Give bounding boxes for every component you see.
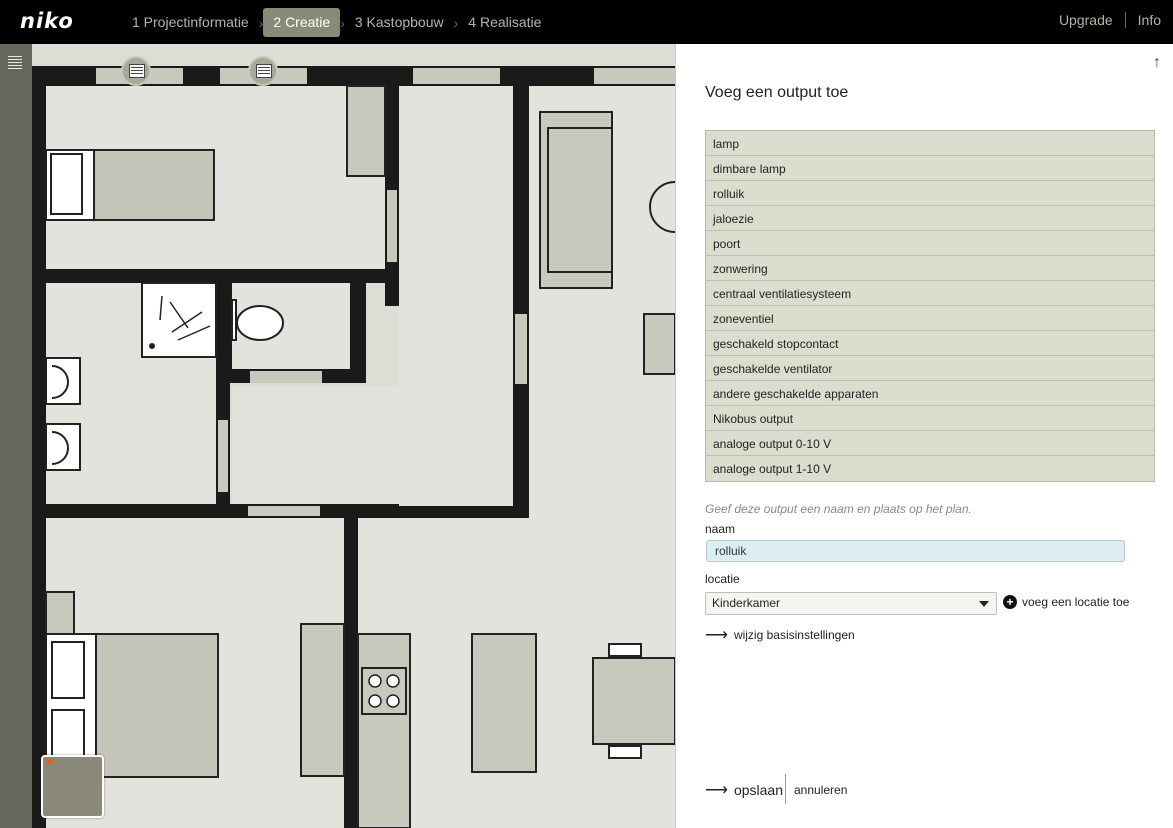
add-location-button[interactable]: + voeg een locatie toe [1003,595,1129,609]
step-creatie[interactable]: 2 Creatie [263,8,341,37]
change-settings-link[interactable]: ⟶ wijzig basisinstellingen [705,625,855,645]
output-type-list: lamp dimbare lamp rolluik jaloezie poort… [705,130,1155,482]
add-location-label: voeg een locatie toe [1022,595,1130,609]
step-projectinformatie[interactable]: 1 Projectinformatie [122,8,259,37]
minimap-thumbnail[interactable] [41,755,104,818]
dropdown-caret-icon [979,601,989,607]
list-menu-icon[interactable] [8,56,22,72]
list-item[interactable]: zoneventiel [706,306,1154,331]
blind-icon [256,64,272,78]
arrow-right-icon: ⟶ [705,627,728,644]
top-links: Upgrade Info [1059,12,1161,28]
save-button[interactable]: ⟶ opslaan [705,780,783,800]
panel-title: Voeg een output toe [705,84,849,101]
save-label: opslaan [733,782,783,798]
plus-circle-icon: + [1003,595,1017,609]
floor-plan-canvas[interactable] [32,44,675,828]
viewport-indicator [46,759,53,764]
name-field[interactable]: rolluik [706,540,1125,562]
divider [1124,12,1126,28]
info-link[interactable]: Info [1138,12,1161,28]
left-rail [0,44,32,828]
list-item[interactable]: jaloezie [706,206,1154,231]
rolluik-marker[interactable] [248,56,278,86]
list-item[interactable]: dimbare lamp [706,156,1154,181]
step-kastopbouw[interactable]: 3 Kastopbouw [345,8,454,37]
divider [785,774,786,804]
list-item[interactable]: andere geschakelde apparaten [706,381,1154,406]
cancel-button[interactable]: annuleren [794,783,847,797]
list-item[interactable]: poort [706,231,1154,256]
list-item[interactable]: analoge output 0-10 V [706,431,1154,456]
change-settings-label: wijzig basisinstellingen [733,628,855,642]
add-output-panel: ↑ Voeg een output toe lamp dimbare lamp … [675,44,1173,828]
list-item[interactable]: lamp [706,131,1154,156]
list-item[interactable]: geschakeld stopcontact [706,331,1154,356]
blind-icon [129,64,145,78]
list-item[interactable]: analoge output 1-10 V [706,456,1154,481]
instruction-hint: Geef deze output een naam en plaats op h… [705,502,972,516]
location-select[interactable]: Kinderkamer [705,592,997,615]
name-label: naam [705,522,736,536]
wizard-steps: 1 Projectinformatie › 2 Creatie › 3 Kast… [122,8,551,37]
upgrade-link[interactable]: Upgrade [1059,12,1113,28]
floor-plan-drawing [32,44,675,828]
list-item[interactable]: centraal ventilatiesysteem [706,281,1154,306]
niko-logo[interactable]: niko [20,9,74,33]
rolluik-marker[interactable] [121,56,151,86]
list-item[interactable]: zonwering [706,256,1154,281]
top-bar: niko 1 Projectinformatie › 2 Creatie › 3… [0,0,1173,44]
list-item[interactable]: rolluik [706,181,1154,206]
location-label: locatie [705,572,740,586]
step-realisatie[interactable]: 4 Realisatie [458,8,551,37]
list-item[interactable]: Nikobus output [706,406,1154,431]
list-item[interactable]: geschakelde ventilator [706,356,1154,381]
arrow-right-icon: ⟶ [705,782,728,799]
location-value: Kinderkamer [712,596,781,610]
collapse-up-icon[interactable]: ↑ [1153,54,1161,72]
